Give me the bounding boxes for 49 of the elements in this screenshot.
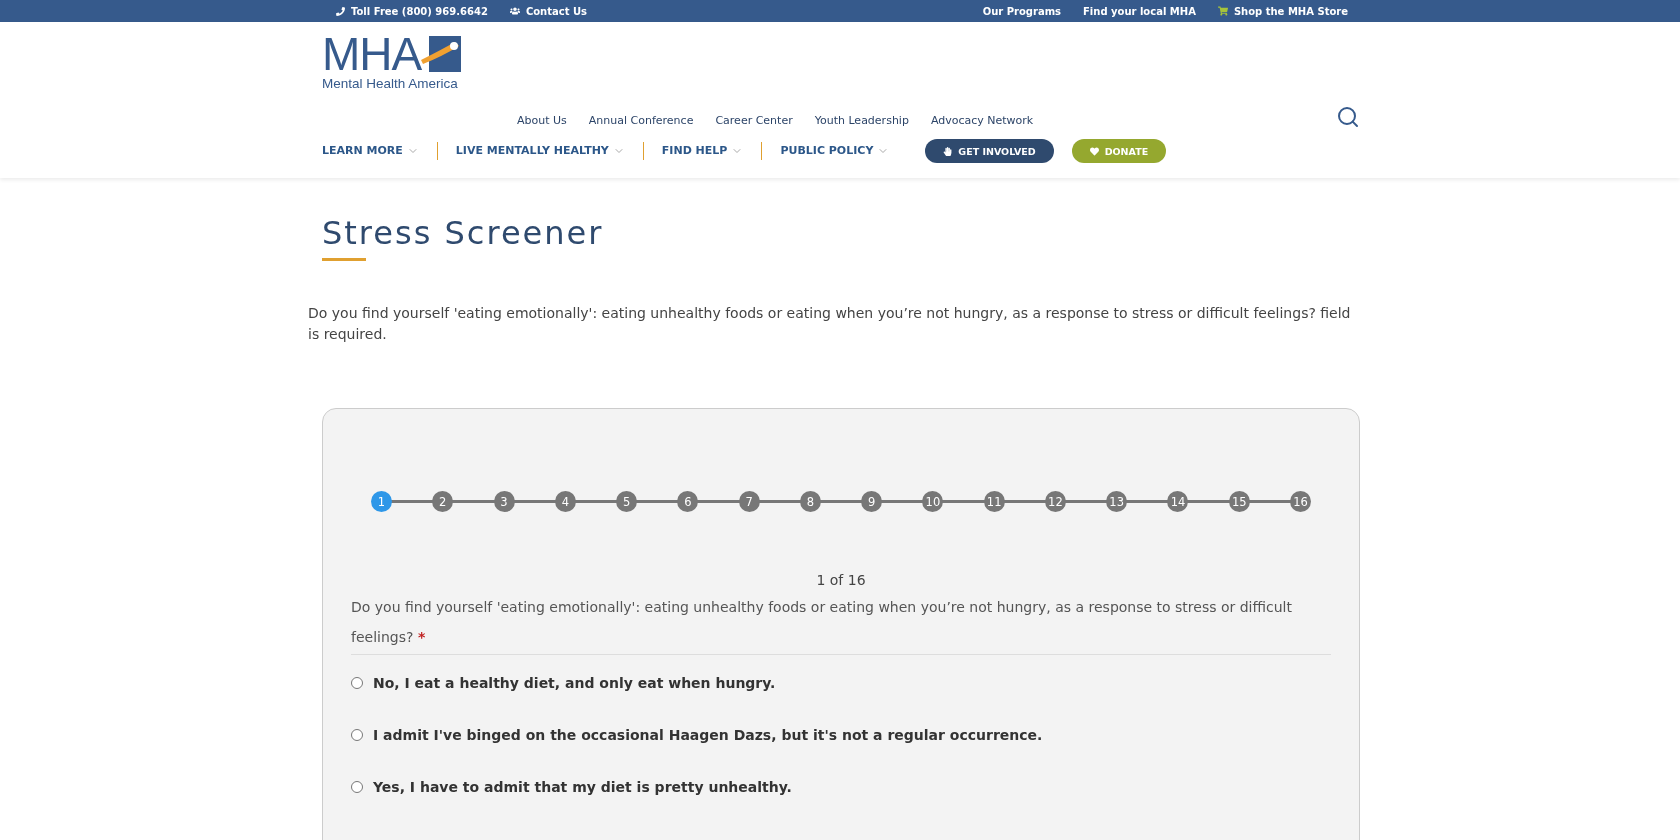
top-bar-link[interactable]: Contact Us bbox=[509, 5, 587, 17]
option-label[interactable]: No, I eat a healthy diet, and only eat when hungry. bbox=[373, 675, 776, 691]
step-marker[interactable]: 14 bbox=[1167, 491, 1189, 512]
secondary-nav-link[interactable]: Advocacy Network bbox=[930, 114, 1034, 127]
main-nav-item[interactable]: LEARN MORE bbox=[322, 142, 437, 160]
action-button[interactable]: GET INVOLVED bbox=[925, 139, 1054, 163]
search-icon[interactable] bbox=[1336, 105, 1360, 129]
step-marker[interactable]: 16 bbox=[1290, 491, 1311, 512]
step-marker[interactable]: 3 bbox=[493, 491, 515, 512]
step-marker[interactable]: 5 bbox=[616, 491, 638, 512]
cart-icon bbox=[1217, 6, 1228, 16]
logo-swoosh-icon bbox=[421, 34, 464, 74]
step-marker[interactable]: 13 bbox=[1106, 491, 1128, 512]
step-marker[interactable]: 7 bbox=[738, 491, 760, 512]
option-label[interactable]: I admit I've binged on the occasional Haagen Dazs, but it's not a regular occurrence. bbox=[373, 727, 1043, 743]
logo-letters[interactable]: MHA bbox=[322, 32, 422, 76]
logo-name[interactable]: Mental Health America bbox=[322, 76, 492, 91]
step-marker[interactable]: 10 bbox=[922, 491, 944, 512]
progress-text: 1 of 16 bbox=[816, 572, 866, 588]
step-marker[interactable]: 11 bbox=[983, 491, 1005, 512]
secondary-nav-link[interactable]: Career Center bbox=[715, 114, 793, 127]
people-icon bbox=[509, 6, 520, 16]
top-bar-link[interactable]: Our Programs bbox=[982, 5, 1061, 17]
step-marker[interactable]: 15 bbox=[1228, 491, 1250, 512]
page-title: Stress Screener bbox=[322, 214, 604, 252]
step-marker[interactable]: 2 bbox=[432, 491, 454, 512]
main-nav-item[interactable]: LIVE MENTALLY HEALTHY bbox=[436, 142, 643, 160]
step-marker[interactable]: 4 bbox=[554, 491, 576, 512]
hand-icon bbox=[943, 146, 953, 156]
secondary-nav-link[interactable]: About Us bbox=[517, 114, 567, 127]
main-nav-item[interactable]: FIND HELP bbox=[642, 142, 762, 160]
error-message: Do you find yourself 'eating emotionally': eating unhealthy foods or eating when you’re not hungry, as a response to stress or difficult feelings? field is required. bbox=[308, 304, 1352, 344]
radio-button[interactable] bbox=[351, 677, 363, 689]
step-marker[interactable]: 6 bbox=[677, 491, 699, 512]
top-bar-link[interactable]: Toll Free (800) 969.6642 bbox=[336, 5, 488, 17]
phone-icon bbox=[336, 6, 345, 16]
step-marker[interactable]: 9 bbox=[861, 491, 883, 512]
step-marker[interactable]: 12 bbox=[1044, 491, 1066, 512]
heart-icon bbox=[1089, 146, 1099, 156]
main-nav-item[interactable]: PUBLIC POLICY bbox=[761, 142, 908, 160]
question-text: Do you find yourself 'eating emotionally': eating unhealthy foods or eating when you’re not hungry, as a response to stress or difficult feelings? * bbox=[351, 592, 1331, 655]
option-label[interactable]: Yes, I have to admit that my diet is pretty unhealthy. bbox=[373, 779, 792, 795]
secondary-nav-link[interactable]: Youth Leadership bbox=[814, 114, 909, 127]
top-bar-link[interactable]: Find your local MHA bbox=[1083, 5, 1196, 17]
step-marker[interactable]: 8 bbox=[799, 491, 821, 512]
secondary-nav-link[interactable]: Annual Conference bbox=[588, 114, 694, 127]
top-bar-link[interactable]: Shop the MHA Store bbox=[1217, 5, 1348, 17]
radio-button[interactable] bbox=[351, 729, 363, 741]
radio-button[interactable] bbox=[351, 781, 363, 793]
